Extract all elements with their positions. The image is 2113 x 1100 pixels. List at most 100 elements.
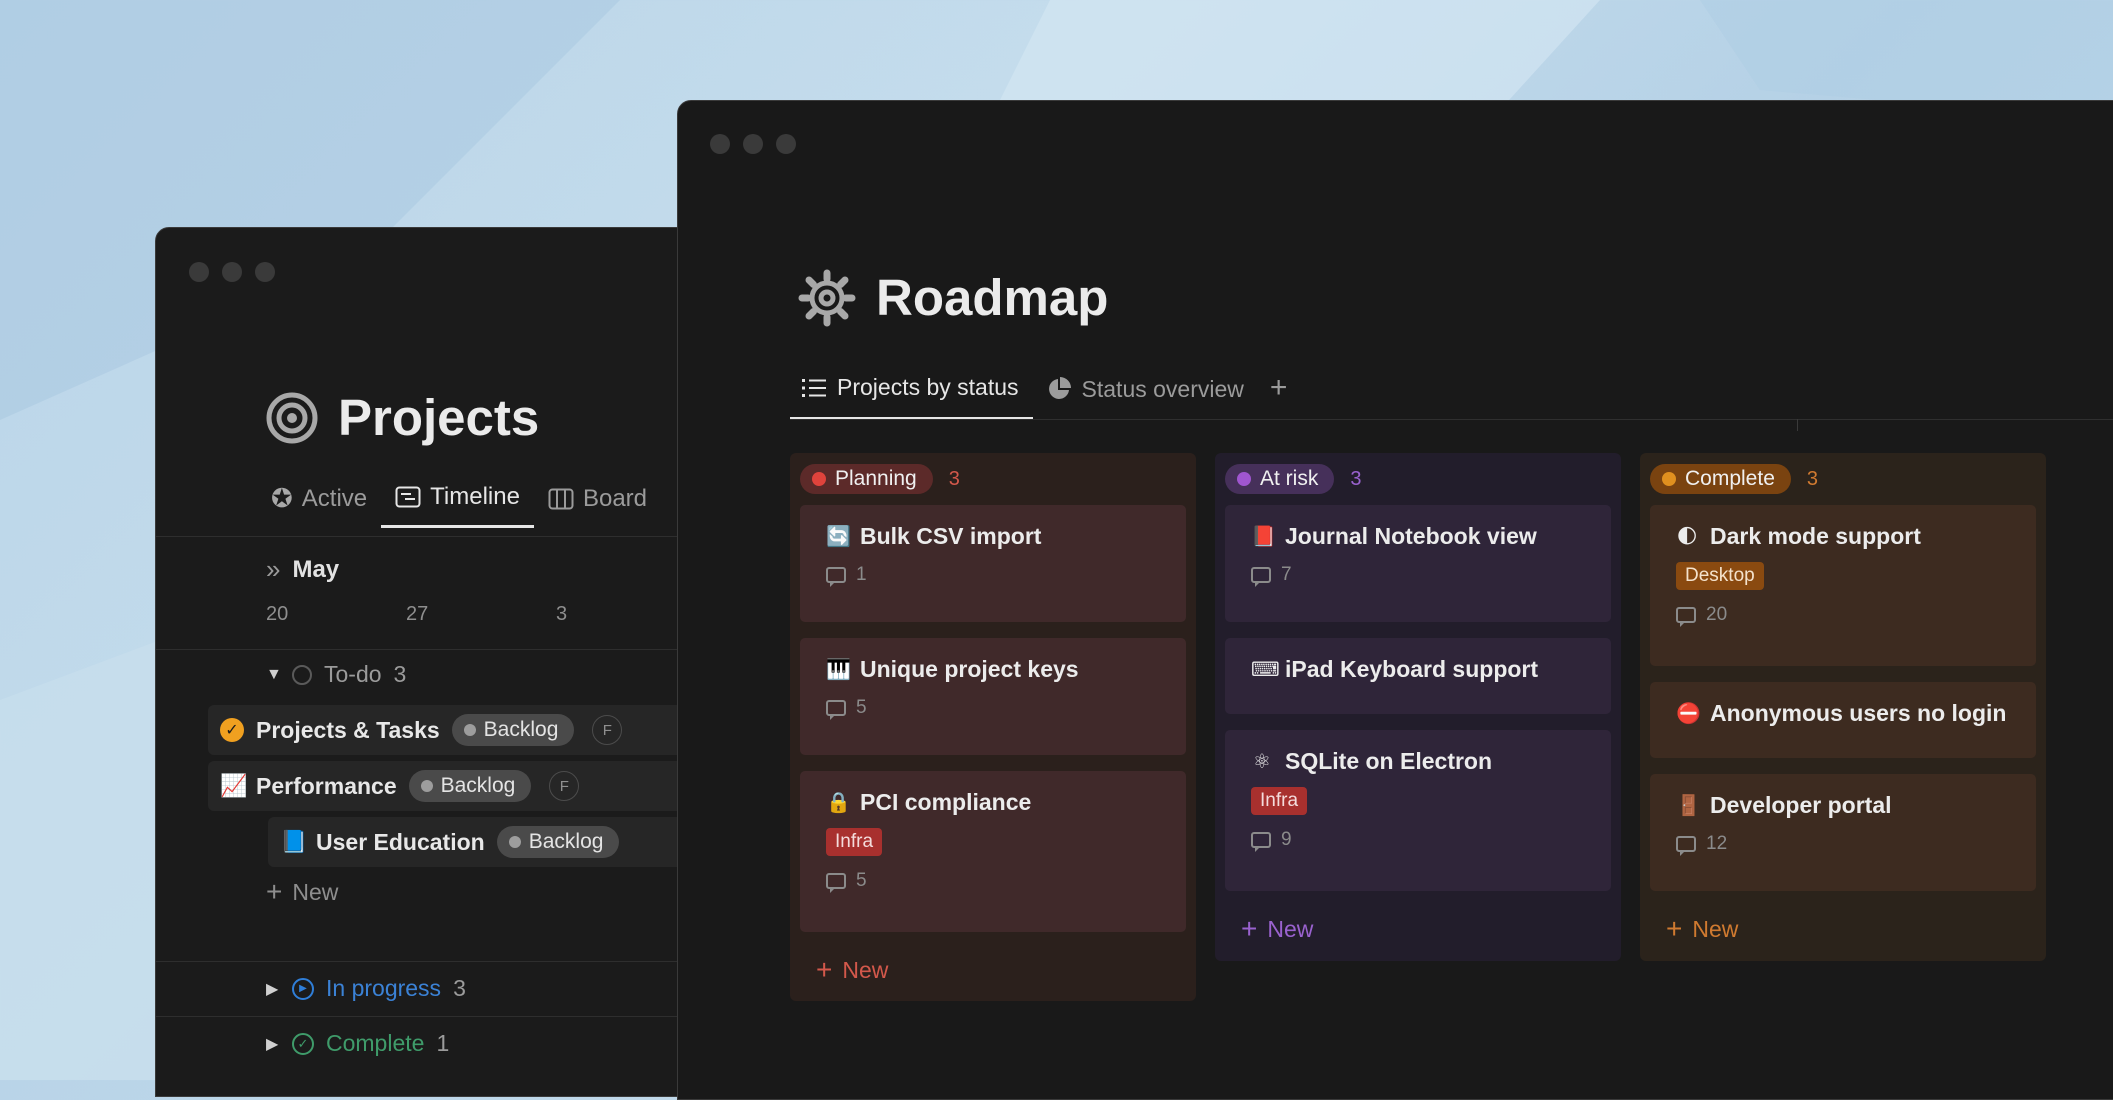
comment-icon — [826, 567, 846, 587]
card-title: Developer portal — [1710, 792, 1892, 818]
status-badge[interactable]: Planning — [800, 464, 933, 494]
tab-label: Projects by status — [837, 374, 1019, 400]
double-chevron-right-icon[interactable]: » — [266, 554, 280, 585]
row-title: User Education — [316, 828, 485, 855]
tab-board[interactable]: Board — [534, 483, 661, 528]
avatar[interactable]: F — [592, 715, 623, 745]
board-card[interactable]: 📕 Journal Notebook view 7 — [1225, 505, 1611, 622]
board-card[interactable]: 🔄 Bulk CSV import 1 — [800, 505, 1186, 622]
tab-label: Board — [582, 484, 648, 512]
comment-count: 1 — [826, 564, 1162, 587]
close-window-button[interactable] — [189, 262, 209, 282]
add-card-button[interactable]: + New — [1650, 907, 2036, 945]
group-todo[interactable]: ▼ To-do 3 — [266, 661, 406, 688]
board-card[interactable]: ⚛ SQLite on Electron Infra 9 — [1225, 730, 1611, 891]
column-header: Complete 3 — [1650, 463, 2036, 495]
comment-count-value: 7 — [1281, 564, 1292, 585]
sync-icon: 🔄 — [826, 526, 851, 548]
half-moon-icon: 🌓 — [1676, 526, 1698, 548]
board-card[interactable]: 🌓 Dark mode support Desktop 20 — [1650, 505, 2036, 666]
tab-timeline[interactable]: Timeline — [381, 483, 534, 528]
caret-right-icon[interactable]: ▶ — [266, 1034, 280, 1054]
timeline-month: » May — [266, 554, 339, 585]
group-label: Complete — [326, 1030, 425, 1056]
window-controls — [189, 262, 275, 282]
board-card[interactable]: 🔒 PCI compliance Infra 5 — [800, 771, 1186, 932]
card-tag[interactable]: Infra — [826, 828, 883, 856]
status-badge[interactable]: Complete — [1650, 464, 1791, 494]
board-column-complete: Complete 3 🌓 Dark mode support Desktop 20… — [1640, 453, 2046, 961]
maximize-window-button[interactable] — [255, 262, 275, 282]
add-card-button[interactable]: + New — [800, 948, 1186, 986]
roadmap-title-row: Roadmap — [798, 268, 1108, 327]
card-title: PCI compliance — [860, 789, 1032, 815]
row-title: Performance — [256, 772, 397, 799]
group-in-progress[interactable]: ▶ ▶ In progress 3 — [266, 975, 466, 1002]
minimize-window-button[interactable] — [222, 262, 242, 282]
status-dot — [1662, 472, 1676, 486]
status-dot — [812, 472, 826, 486]
group-count: 3 — [393, 661, 407, 687]
board-card[interactable]: 🚪 Developer portal 12 — [1650, 774, 2036, 891]
board-column-at-risk: At risk 3 📕 Journal Notebook view 7 ⌨ iPad… — [1215, 453, 1621, 961]
close-window-button[interactable] — [710, 134, 730, 154]
caret-down-icon[interactable]: ▼ — [266, 666, 282, 684]
comment-count: 5 — [826, 697, 1162, 720]
projects-title-row: Projects — [266, 388, 539, 447]
avatar[interactable]: F — [549, 771, 580, 801]
red-book-icon: 📕 — [1251, 526, 1276, 548]
card-title: Bulk CSV import — [860, 523, 1042, 549]
lock-icon: 🔒 — [826, 792, 851, 814]
tab-label: Timeline — [430, 483, 520, 510]
list-icon — [802, 378, 826, 397]
page-title: Roadmap — [876, 269, 1109, 326]
piano-icon: 🎹 — [826, 659, 851, 681]
group-complete[interactable]: ▶ ✓ Complete 1 — [266, 1030, 449, 1057]
page-title: Projects — [338, 389, 540, 446]
no-entry-icon: ⛔ — [1676, 703, 1701, 725]
add-view-button[interactable]: + — [1258, 371, 1300, 423]
status-pill[interactable]: Backlog — [408, 770, 532, 802]
keyboard-icon: ⌨ — [1251, 659, 1280, 681]
tab-projects-by-status[interactable]: Projects by status — [790, 374, 1033, 420]
pie-chart-icon — [1048, 377, 1071, 399]
caret-right-icon[interactable]: ▶ — [266, 979, 280, 999]
timeline-icon — [395, 486, 421, 508]
minimize-window-button[interactable] — [743, 134, 763, 154]
card-title: Journal Notebook view — [1285, 523, 1537, 549]
board-card[interactable]: ⛔ Anonymous users no login — [1650, 682, 2036, 758]
board-icon — [548, 488, 574, 509]
status-label: At risk — [1260, 467, 1319, 490]
new-label: New — [1267, 915, 1314, 942]
status-pill[interactable]: Backlog — [451, 714, 575, 746]
card-tag[interactable]: Desktop — [1676, 562, 1764, 590]
comment-count-value: 1 — [856, 564, 867, 585]
timeline-date: 20 — [266, 603, 289, 625]
timeline-date: 27 — [406, 603, 429, 625]
comment-icon — [1251, 832, 1271, 852]
divider — [790, 419, 2113, 420]
tab-label: Active — [301, 484, 368, 512]
card-title: Unique project keys — [860, 656, 1079, 682]
atom-icon: ⚛ — [1253, 751, 1271, 773]
add-card-button[interactable]: + New — [1225, 907, 1611, 945]
status-badge[interactable]: At risk — [1225, 464, 1335, 494]
tab-status-overview[interactable]: Status overview — [1033, 376, 1258, 419]
tab-active[interactable]: ✪ Active — [269, 483, 381, 528]
comment-count: 9 — [1251, 829, 1587, 852]
plus-icon: + — [816, 954, 833, 985]
status-pill[interactable]: Backlog — [496, 826, 620, 858]
check-circle-icon: ✓ — [220, 718, 244, 742]
board-card[interactable]: 🎹 Unique project keys 5 — [800, 638, 1186, 755]
target-icon — [266, 392, 318, 443]
column-header: At risk 3 — [1225, 463, 1611, 495]
month-label: May — [292, 555, 340, 583]
plus-icon: + — [1666, 913, 1683, 944]
column-count: 3 — [1806, 467, 1819, 490]
door-icon: 🚪 — [1676, 795, 1701, 817]
comment-count-value: 9 — [1281, 829, 1292, 850]
new-row-button[interactable]: + New — [266, 876, 338, 908]
maximize-window-button[interactable] — [776, 134, 796, 154]
board-card[interactable]: ⌨ iPad Keyboard support — [1225, 638, 1611, 714]
card-tag[interactable]: Infra — [1251, 787, 1308, 815]
